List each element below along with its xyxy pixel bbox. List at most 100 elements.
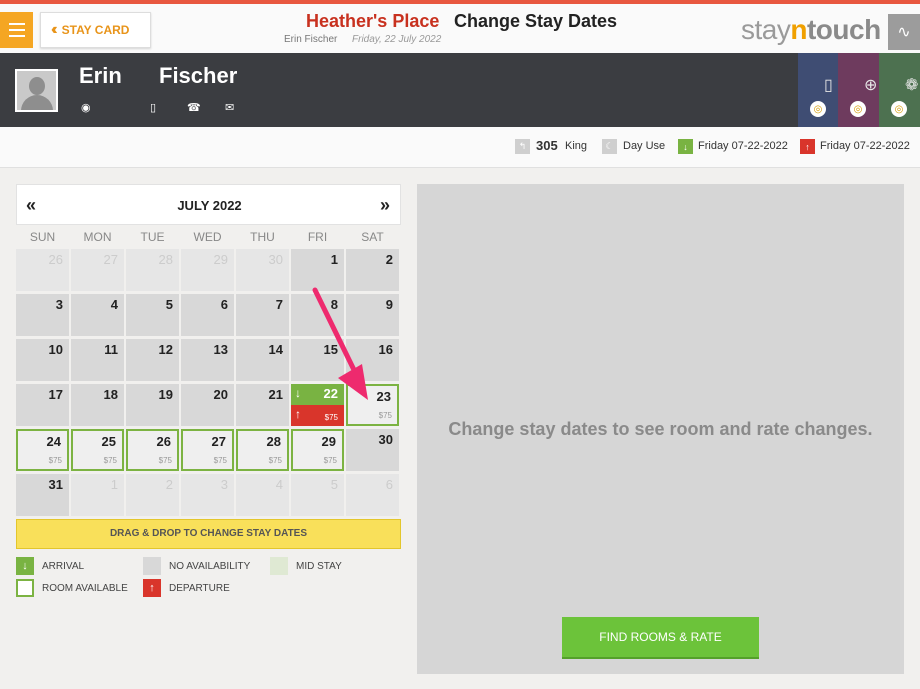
day-number: 18: [103, 387, 118, 402]
day-number: 1: [110, 477, 118, 492]
calendar-day-outside-month[interactable]: 27: [71, 249, 124, 291]
calendar-day[interactable]: 17: [16, 384, 69, 426]
calendar-day-outside-month[interactable]: 30: [236, 249, 289, 291]
calendar-day[interactable]: 15: [291, 339, 344, 381]
calendar-day-available[interactable]: 27 $75: [181, 429, 234, 471]
calendar-day-outside-month[interactable]: 28: [126, 249, 179, 291]
stay-card-button[interactable]: ‹‹ STAY CARD: [40, 12, 151, 48]
calendar-day[interactable]: 31: [16, 474, 69, 516]
calendar-day[interactable]: 7: [236, 294, 289, 336]
calendar-day[interactable]: 19: [126, 384, 179, 426]
day-number: 10: [48, 342, 63, 357]
day-price: $75: [48, 456, 62, 465]
calendar-day[interactable]: 6: [181, 294, 234, 336]
calendar-day[interactable]: 3: [16, 294, 69, 336]
legend-arrival: ARRIVAL: [42, 561, 85, 572]
calendar-day[interactable]: 30: [346, 429, 399, 471]
location-icon[interactable]: ◉: [81, 101, 91, 114]
calendar-day[interactable]: 5: [126, 294, 179, 336]
phone-icon[interactable]: ☎: [187, 101, 201, 114]
calendar-day-available[interactable]: 29 $75: [291, 429, 344, 471]
legend-departure-swatch: ↑: [143, 579, 161, 597]
calendar-day-outside-month[interactable]: 26: [16, 249, 69, 291]
guest-bar: Erin Fischer ◉ ▯ ☎ ✉ ▯ ◎ ⊕ ◎ ❁ ◎: [0, 53, 920, 127]
day-number: 7: [275, 297, 283, 312]
day-number: 31: [48, 477, 63, 492]
calendar-day-available[interactable]: 25 $75: [71, 429, 124, 471]
day-number: 29: [321, 434, 336, 449]
calendar-day-outside-month[interactable]: 5: [291, 474, 344, 516]
weekday-header: SUN: [29, 230, 56, 244]
day-price: $75: [213, 456, 227, 465]
calendar-day-outside-month[interactable]: 29: [181, 249, 234, 291]
calendar-day-available[interactable]: 26 $75: [126, 429, 179, 471]
tab-room[interactable]: ▯ ◎: [798, 53, 840, 127]
legend-arrival-swatch: ↓: [16, 557, 34, 575]
departure-date: Friday 07-22-2022: [820, 140, 910, 152]
calendar-day[interactable]: 4: [71, 294, 124, 336]
day-number: 4: [275, 477, 283, 492]
mobile-icon[interactable]: ▯: [150, 101, 156, 114]
day-price: $75: [158, 456, 172, 465]
calendar-day-outside-month[interactable]: 4: [236, 474, 289, 516]
calendar-day[interactable]: 20: [181, 384, 234, 426]
header-date: Friday, 22 July 2022: [352, 34, 442, 45]
calendar-day-outside-month[interactable]: 3: [181, 474, 234, 516]
calendar-day-available[interactable]: 23 $75: [346, 384, 399, 426]
day-number: 2: [385, 252, 393, 267]
day-number: 13: [213, 342, 228, 357]
day-number: 30: [268, 252, 283, 267]
page-title: Change Stay Dates: [454, 11, 618, 31]
legend-no-availability-swatch: [143, 557, 161, 575]
day-number: 5: [165, 297, 173, 312]
room-type: King: [565, 140, 588, 152]
day-number: 23: [376, 389, 391, 404]
calendar-day[interactable]: 9: [346, 294, 399, 336]
day-number: 25: [101, 434, 116, 449]
calendar-day[interactable]: 11: [71, 339, 124, 381]
next-month-icon[interactable]: »: [380, 195, 390, 216]
calendar-day-arrival[interactable]: ↓ 22 ↑ $75: [291, 384, 344, 426]
calendar-header: « JULY 2022 »: [16, 184, 401, 225]
room-number: 305: [536, 138, 558, 153]
quick-action-tabs: ▯ ◎ ⊕ ◎ ❁ ◎: [798, 53, 920, 127]
legend-mid-stay: MID STAY: [296, 561, 342, 572]
calendar-month-label: JULY 2022: [177, 198, 242, 213]
avatar: [15, 69, 58, 112]
calendar-day[interactable]: 13: [181, 339, 234, 381]
day-number: 28: [266, 434, 281, 449]
calendar-day[interactable]: 14: [236, 339, 289, 381]
calendar-day[interactable]: 12: [126, 339, 179, 381]
day-use-icon: ☾: [602, 139, 617, 154]
calendar-day-available[interactable]: 24 $75: [16, 429, 69, 471]
weekday-header: WED: [193, 230, 222, 244]
calendar-day-outside-month[interactable]: 1: [71, 474, 124, 516]
arrival-arrow-icon: ↓: [295, 386, 301, 400]
calendar-day[interactable]: 1: [291, 249, 344, 291]
find-rooms-rate-button[interactable]: FIND ROOMS & RATE: [562, 617, 759, 659]
calendar-day-outside-month[interactable]: 2: [126, 474, 179, 516]
email-icon[interactable]: ✉: [225, 101, 234, 114]
tab-web[interactable]: ⊕ ◎: [838, 53, 880, 127]
calendar-day-available[interactable]: 28 $75: [236, 429, 289, 471]
legend-departure: DEPARTURE: [169, 583, 230, 594]
calendar-day[interactable]: 8: [291, 294, 344, 336]
calendar-day-outside-month[interactable]: 6: [346, 474, 399, 516]
stay-info-bar: ↰ 305 King ☾ Day Use ↓ Friday 07-22-2022…: [0, 127, 920, 168]
calendar-day[interactable]: 2: [346, 249, 399, 291]
day-number: 26: [156, 434, 171, 449]
day-number: 27: [211, 434, 226, 449]
day-price: $75: [268, 456, 282, 465]
activity-icon[interactable]: ∿: [888, 14, 920, 50]
calendar-day[interactable]: 21: [236, 384, 289, 426]
calendar-day[interactable]: 18: [71, 384, 124, 426]
weekday-header: TUE: [140, 230, 165, 244]
calendar-day[interactable]: 16: [346, 339, 399, 381]
menu-button[interactable]: [0, 12, 33, 48]
app-header: ‹‹ STAY CARD Heather's Place Change Stay…: [0, 4, 920, 53]
calendar-day[interactable]: 10: [16, 339, 69, 381]
tab-services[interactable]: ❁ ◎: [879, 53, 920, 127]
day-number: 20: [213, 387, 228, 402]
day-price: $75: [103, 456, 117, 465]
legend-room-available: ROOM AVAILABLE: [42, 583, 128, 594]
